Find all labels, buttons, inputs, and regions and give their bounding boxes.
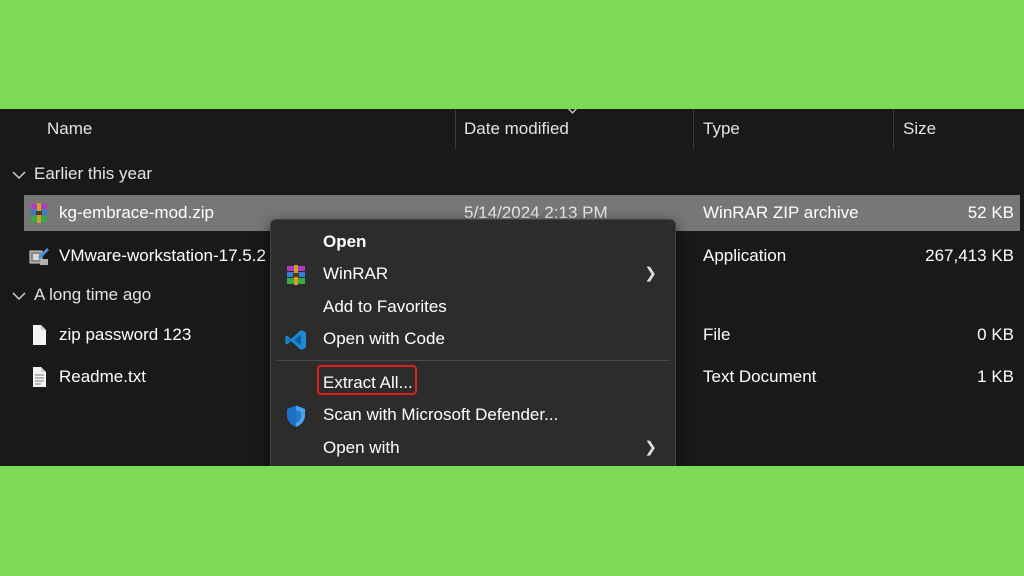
vmware-installer-icon — [29, 248, 49, 265]
menu-item-add-to-favorites[interactable]: Add to Favorites — [271, 291, 675, 323]
column-header-size[interactable]: Size — [903, 119, 936, 139]
column-header-name[interactable]: Name — [47, 119, 92, 139]
menu-item-label: Open — [323, 232, 367, 251]
vscode-icon — [285, 330, 306, 350]
column-header-date-modified[interactable]: Date modified — [464, 119, 569, 139]
chevron-right-icon: ❯ — [644, 439, 657, 456]
chevron-right-icon: ❯ — [644, 265, 657, 282]
column-header-type[interactable]: Type — [703, 119, 740, 139]
winrar-archive-icon — [31, 203, 47, 223]
column-divider[interactable] — [455, 109, 456, 149]
chevron-down-icon — [12, 291, 26, 300]
column-divider[interactable] — [693, 109, 694, 149]
chevron-down-icon — [12, 170, 26, 179]
menu-divider — [277, 360, 669, 361]
menu-item-label: Open with Code — [323, 329, 445, 348]
file-type: Text Document — [703, 367, 817, 386]
file-name: VMware-workstation-17.5.2 — [59, 246, 266, 265]
column-divider[interactable] — [893, 109, 894, 149]
file-name: Readme.txt — [59, 367, 146, 386]
text-document-icon — [33, 367, 46, 387]
file-type: Application — [703, 246, 787, 265]
file-size: 0 KB — [977, 325, 1014, 344]
file-type: WinRAR ZIP archive — [703, 203, 859, 222]
file-name: kg-embrace-mod.zip — [59, 203, 214, 222]
file-size: 52 KB — [967, 203, 1014, 222]
file-name: zip password 123 — [59, 325, 192, 344]
menu-item-label: Scan with Microsoft Defender... — [323, 405, 559, 424]
menu-item-winrar[interactable]: WinRAR ❯ — [271, 258, 675, 290]
file-size: 1 KB — [977, 367, 1014, 386]
defender-shield-icon — [287, 405, 305, 427]
menu-item-extract-all[interactable]: Extract All... — [271, 365, 675, 399]
group-header-a-long-time-ago[interactable]: A long time ago — [12, 285, 151, 305]
menu-item-label: Open with — [323, 438, 400, 457]
winrar-icon — [287, 265, 305, 285]
column-header-row: Name Date modified Type Size — [0, 109, 1024, 149]
group-label: A long time ago — [34, 285, 152, 304]
menu-item-open[interactable]: Open — [271, 226, 675, 258]
menu-item-open-with-code[interactable]: Open with Code — [271, 323, 675, 355]
menu-item-label: Add to Favorites — [323, 297, 447, 316]
group-header-earlier-this-year[interactable]: Earlier this year — [12, 164, 152, 184]
blank-file-icon — [33, 325, 46, 345]
group-label: Earlier this year — [34, 164, 153, 183]
file-type: File — [703, 325, 731, 344]
menu-item-label: Extract All... — [323, 373, 413, 392]
menu-item-open-with[interactable]: Open with ❯ — [271, 432, 675, 464]
menu-item-label: WinRAR — [323, 264, 389, 283]
sort-caret-icon — [567, 109, 578, 115]
context-menu: Open WinRAR ❯ Add to Favorites Open with… — [270, 219, 676, 466]
file-explorer-pane: Name Date modified Type Size Earlier thi… — [0, 109, 1024, 466]
menu-item-scan-with-defender[interactable]: Scan with Microsoft Defender... — [271, 399, 675, 431]
file-size: 267,413 KB — [925, 246, 1014, 265]
